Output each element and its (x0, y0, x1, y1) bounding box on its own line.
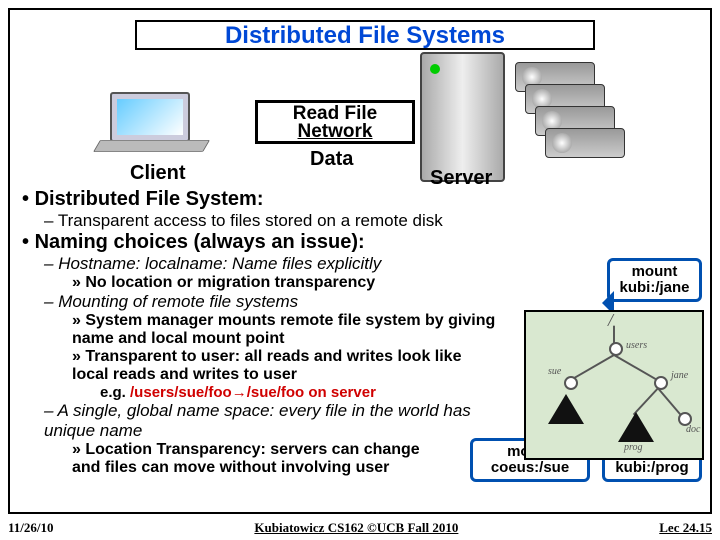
bullet-2b2-eg: e.g. /users/sue/foo→/sue/foo on server (100, 384, 530, 401)
data-label: Data (310, 148, 353, 171)
tree-subtree-prog (618, 412, 654, 442)
footer-date: 11/26/10 (8, 520, 54, 536)
client-label: Client (130, 162, 186, 185)
tree-subtree-sue (548, 394, 584, 424)
bullet-1a: – Transparent access to files stored on … (44, 211, 698, 231)
tree-root: / (608, 310, 613, 331)
server-label: Server (430, 167, 492, 190)
bullet-2b: – Mounting of remote file systems (44, 292, 474, 312)
slide-frame: Distributed File Systems Client Read Fil… (8, 8, 712, 514)
diagram-area: Client Read File Network Data Server (100, 52, 640, 182)
slide-title: Distributed File Systems (135, 20, 595, 50)
bullet-2b1: » System manager mounts remote file syst… (72, 312, 502, 348)
filesystem-tree: / users sue jane prog doc (524, 310, 704, 460)
footer-course: Kubiatowicz CS162 ©UCB Fall 2010 (254, 520, 458, 536)
tree-label-sue: sue (548, 366, 561, 377)
bullet-2: • Naming choices (always an issue): (22, 231, 698, 254)
network-box: Read File Network (255, 100, 415, 144)
disk-stack-icon (515, 62, 625, 172)
tree-node-sue (564, 376, 578, 390)
tree-node-jane (654, 376, 668, 390)
tree-label-users: users (626, 340, 647, 351)
bullet-1: • Distributed File System: (22, 188, 698, 211)
callout-mount-jane: mount kubi:/jane (607, 258, 702, 302)
tree-label-prog: prog (624, 442, 643, 453)
bullet-2b2: » Transparent to user: all reads and wri… (72, 348, 502, 384)
tree-label-doc: doc (686, 424, 700, 435)
bullet-2a1: » No location or migration transparency (72, 274, 502, 292)
tree-node-users (609, 342, 623, 356)
bullet-2a: – Hostname: localname: Name files explic… (44, 254, 474, 274)
slide-footer: 11/26/10 Kubiatowicz CS162 ©UCB Fall 201… (8, 520, 712, 536)
server-tower-icon (420, 52, 505, 182)
bullet-2c1: » Location Transparency: servers can cha… (72, 441, 452, 477)
bullet-2c: – A single, global name space: every fil… (44, 401, 474, 441)
footer-pagenum: Lec 24.15 (659, 520, 712, 536)
tree-label-jane: jane (671, 370, 688, 381)
laptop-icon (100, 92, 220, 172)
network-line2: Network (258, 123, 412, 141)
